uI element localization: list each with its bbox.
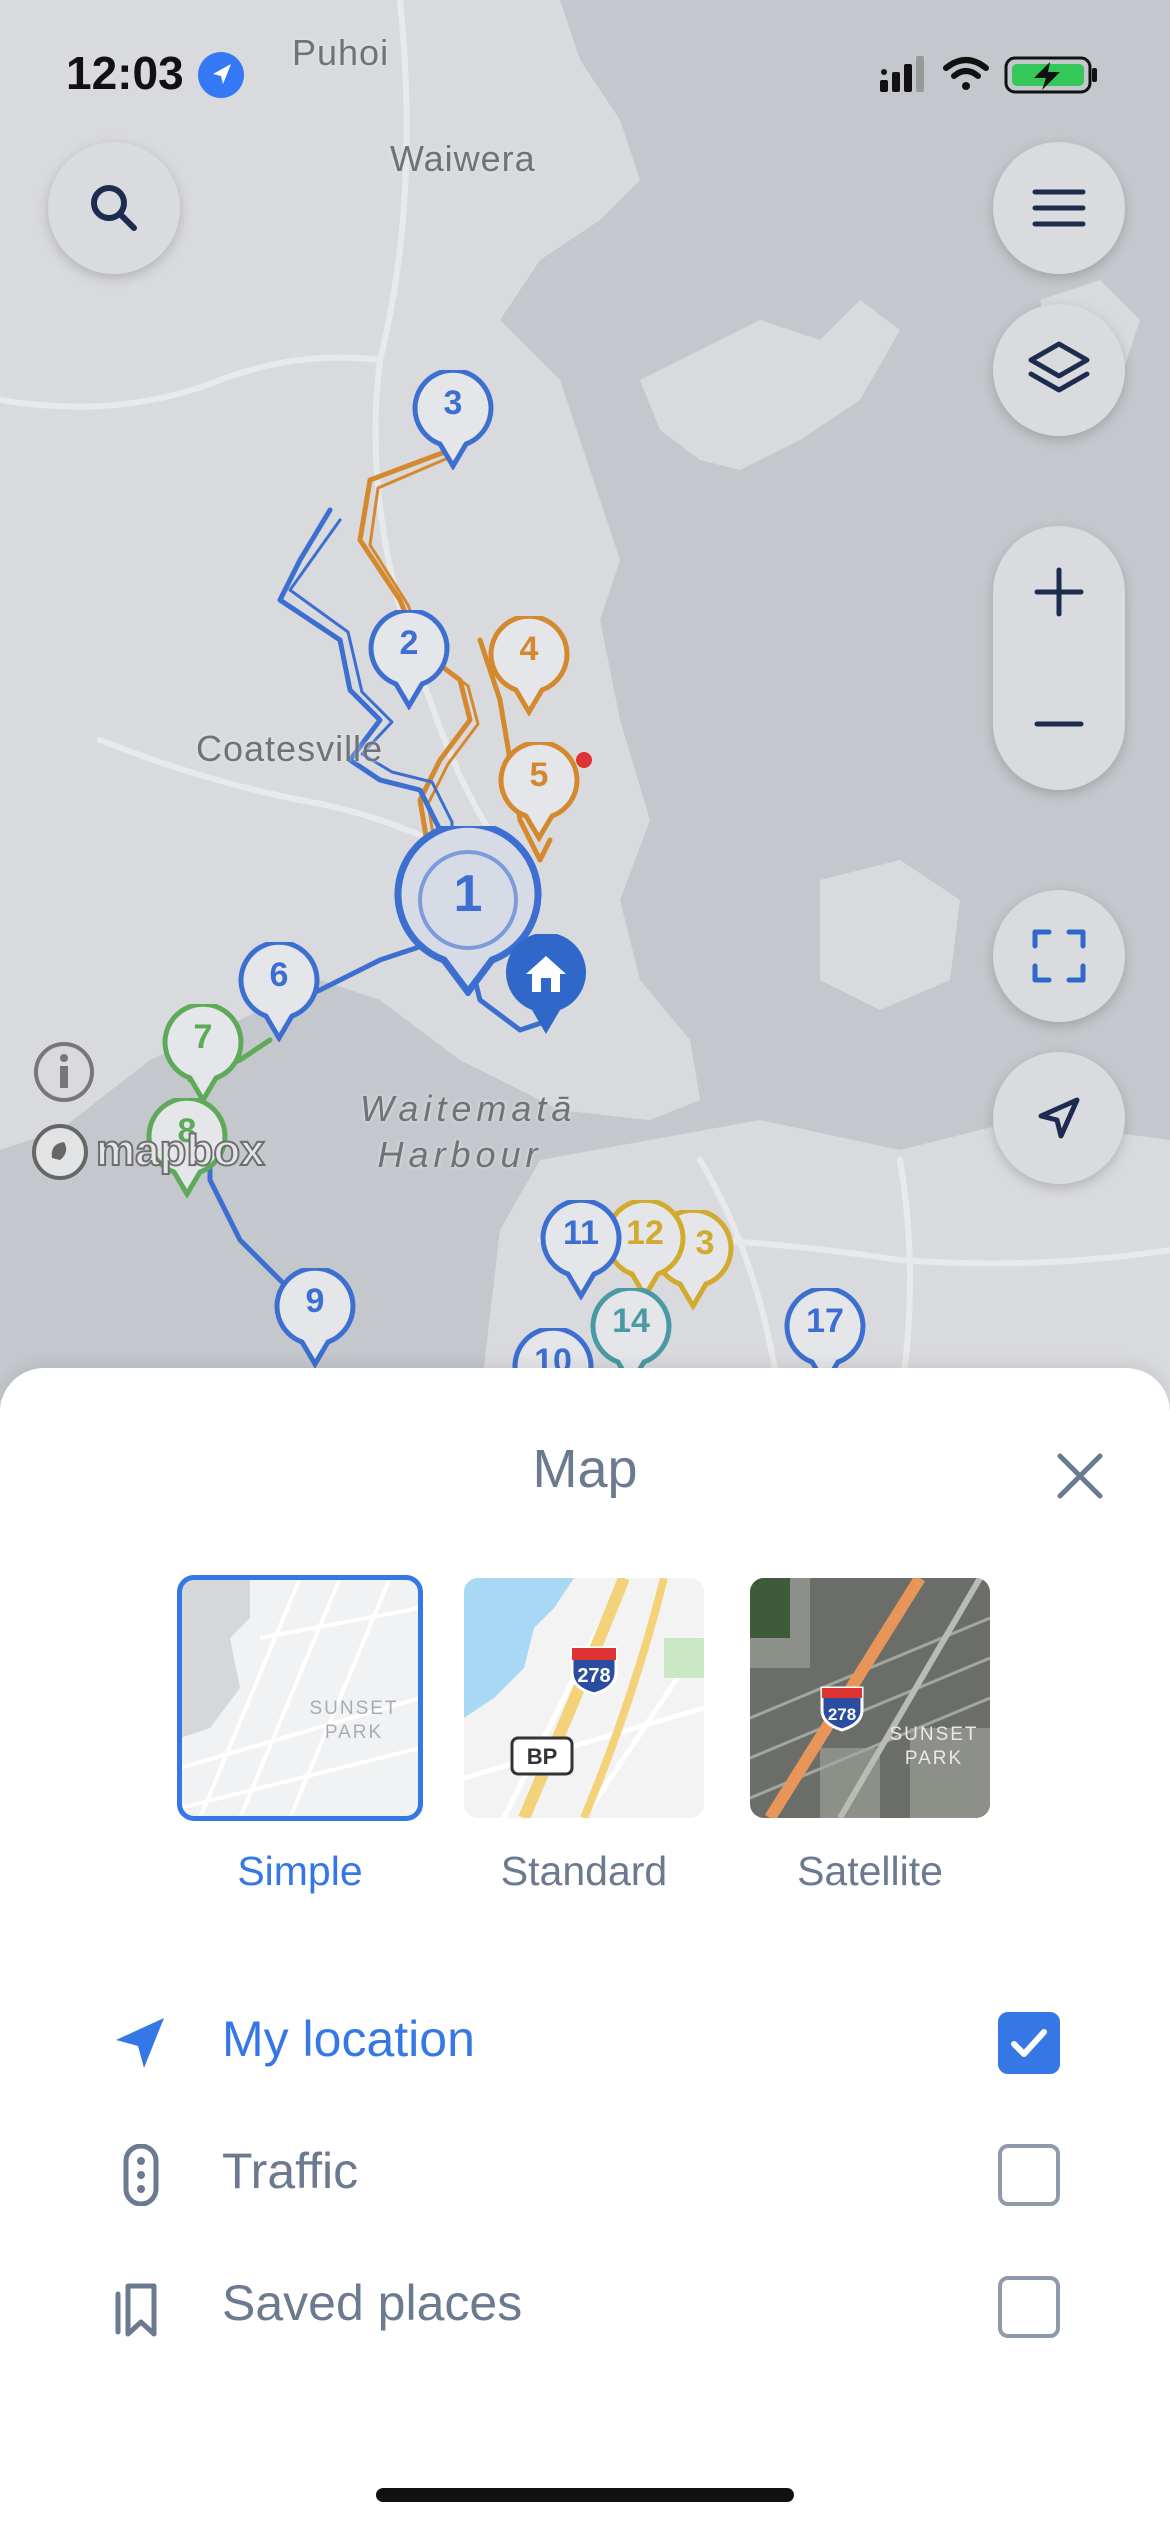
wifi-icon bbox=[943, 57, 989, 90]
layers-button[interactable] bbox=[993, 304, 1125, 436]
battery-icon bbox=[1004, 56, 1097, 94]
simple-map-thumbnail: SUNSET PARK bbox=[180, 1578, 420, 1818]
map-settings-sheet: Map SUNSET PARK 278 BP 278 SUNSET PARK S… bbox=[0, 1368, 1170, 2532]
style-label-simple[interactable]: Simple bbox=[150, 1848, 450, 1895]
route-marker-7[interactable]: 7 bbox=[162, 1004, 244, 1104]
route-marker-4[interactable]: 4 bbox=[488, 616, 570, 716]
option-my-location[interactable]: My location bbox=[0, 1990, 1170, 2090]
option-traffic[interactable]: Traffic bbox=[0, 2122, 1170, 2222]
harbour-line1: Waitematā bbox=[360, 1088, 577, 1129]
style-label-satellite[interactable]: Satellite bbox=[720, 1848, 1020, 1895]
bookmarks-icon bbox=[115, 2283, 157, 2337]
mapbox-logo: mapbox bbox=[30, 1122, 290, 1182]
option-label-traffic: Traffic bbox=[222, 2143, 359, 2199]
info-icon[interactable] bbox=[32, 1040, 96, 1104]
svg-text:SUNSET: SUNSET bbox=[889, 1724, 978, 1745]
svg-text:278: 278 bbox=[577, 1665, 610, 1687]
search-button[interactable] bbox=[48, 142, 180, 274]
option-label-saved-places: Saved places bbox=[222, 2275, 523, 2331]
place-label-coatesville: Coatesville bbox=[196, 728, 384, 769]
svg-text:PARK: PARK bbox=[325, 1722, 383, 1743]
style-card-simple[interactable]: SUNSET PARK bbox=[177, 1575, 423, 1821]
checkbox-saved-places[interactable] bbox=[998, 2276, 1060, 2338]
sheet-title: Map bbox=[532, 1439, 638, 1499]
style-label-standard[interactable]: Standard bbox=[434, 1848, 734, 1895]
svg-text:BP: BP bbox=[527, 1744, 558, 1769]
search-icon bbox=[91, 185, 137, 231]
zoom-controls bbox=[993, 526, 1125, 790]
traffic-light-icon bbox=[123, 2144, 159, 2206]
svg-text:SUNSET: SUNSET bbox=[309, 1698, 398, 1719]
plus-icon bbox=[1034, 567, 1084, 617]
minus-icon bbox=[1034, 721, 1084, 727]
option-label-my-location: My location bbox=[222, 2011, 475, 2067]
route-marker-2[interactable]: 2 bbox=[368, 610, 450, 710]
hamburger-icon bbox=[1032, 189, 1086, 227]
route-marker-3[interactable]: 3 bbox=[412, 370, 494, 470]
home-icon bbox=[506, 932, 586, 1034]
place-label-harbour: Waitematā Harbour bbox=[360, 1086, 577, 1178]
layers-icon bbox=[1028, 341, 1090, 393]
navigation-arrow-icon bbox=[1038, 1097, 1080, 1139]
route-marker-9[interactable]: 9 bbox=[274, 1268, 356, 1368]
route-marker-6[interactable]: 6 bbox=[238, 942, 320, 1042]
checkbox-my-location[interactable] bbox=[998, 2012, 1060, 2074]
close-icon[interactable] bbox=[1052, 1448, 1108, 1504]
route-marker-11[interactable]: 11 bbox=[540, 1200, 622, 1300]
cellular-icon bbox=[880, 56, 924, 92]
checkbox-traffic[interactable] bbox=[998, 2144, 1060, 2206]
fit-route-button[interactable] bbox=[993, 890, 1125, 1022]
status-icons bbox=[880, 56, 1097, 94]
home-marker[interactable] bbox=[504, 932, 588, 1038]
option-saved-places[interactable]: Saved places bbox=[0, 2254, 1170, 2354]
checkmark-icon bbox=[1011, 2029, 1047, 2057]
location-services-icon bbox=[198, 52, 244, 98]
place-label-waiwera: Waiwera bbox=[390, 138, 536, 179]
home-indicator[interactable] bbox=[376, 2488, 794, 2502]
svg-text:278: 278 bbox=[828, 1705, 856, 1724]
style-card-standard[interactable]: 278 BP bbox=[464, 1578, 704, 1818]
satellite-map-thumbnail: 278 SUNSET PARK bbox=[750, 1578, 990, 1818]
status-bar: 12:03 bbox=[0, 0, 1170, 140]
clock: 12:03 bbox=[66, 47, 184, 99]
style-card-satellite[interactable]: 278 SUNSET PARK bbox=[750, 1578, 990, 1818]
menu-button[interactable] bbox=[993, 142, 1125, 274]
standard-map-thumbnail: 278 BP bbox=[464, 1578, 704, 1818]
zoom-out-button[interactable] bbox=[993, 658, 1125, 790]
zoom-in-button[interactable] bbox=[993, 526, 1125, 658]
svg-text:PARK: PARK bbox=[905, 1748, 963, 1769]
fullscreen-icon bbox=[1032, 929, 1086, 983]
harbour-line2: Harbour bbox=[377, 1134, 543, 1175]
locate-me-button[interactable] bbox=[993, 1052, 1125, 1184]
map-view[interactable]: Puhoi Waiwera Coatesville Waitematā Harb… bbox=[0, 0, 1170, 1400]
location-arrow-icon bbox=[116, 2018, 164, 2068]
